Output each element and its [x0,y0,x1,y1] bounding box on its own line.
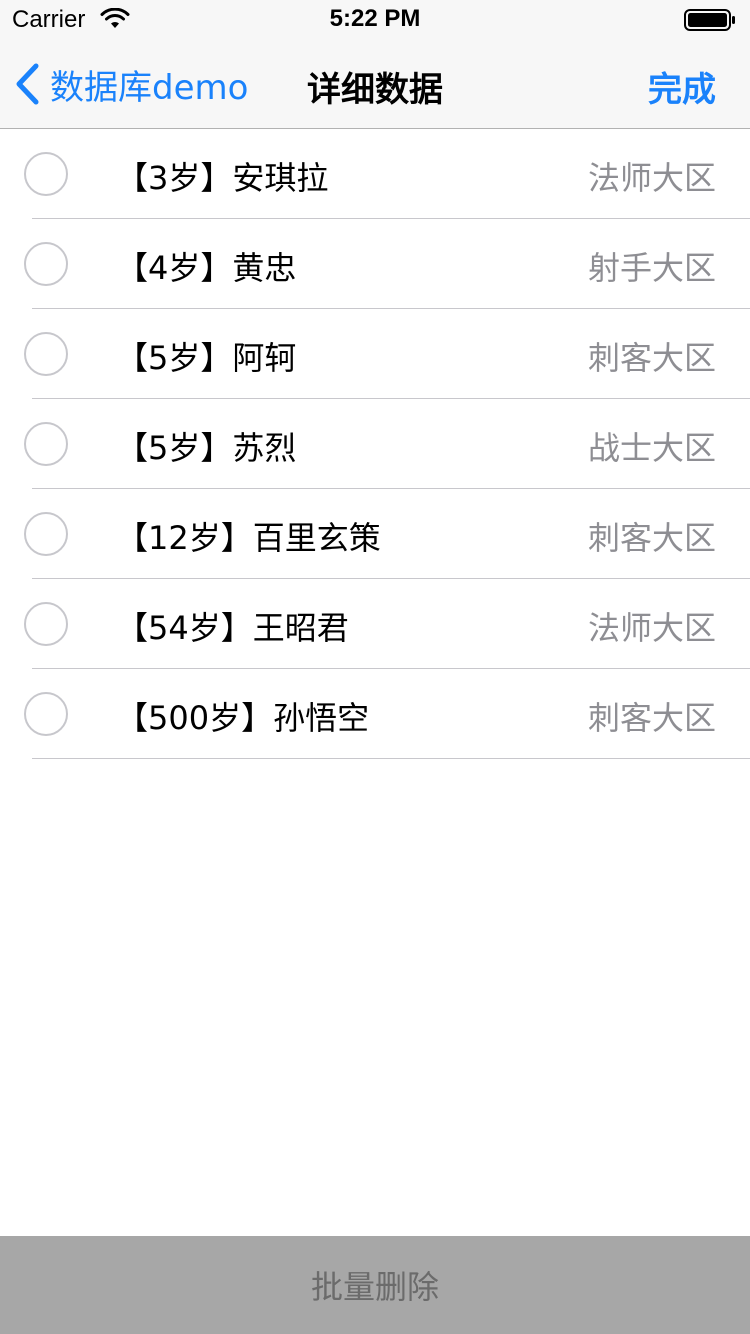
list-item-detail: 刺客大区 [587,699,716,737]
navigation-bar: 数据库demo 详细数据 完成 [0,40,750,129]
list-item-detail: 法师大区 [587,159,716,197]
list-item[interactable]: 【4岁】黄忠 射手大区 [0,219,750,309]
hero-list: 【3岁】安琪拉 法师大区 【4岁】黄忠 射手大区 【5岁】阿轲 刺客大区 【5岁… [0,129,750,759]
list-item-title: 【12岁】百里玄策 [116,519,381,557]
battery-icon [684,9,735,31]
list-item-title: 【500岁】孙悟空 [116,699,370,737]
list-item-title: 【3岁】安琪拉 [116,159,329,197]
list-item-title: 【4岁】黄忠 [116,249,297,287]
list-item-title: 【5岁】阿轲 [116,339,297,377]
batch-delete-button[interactable]: 批量删除 [0,1236,750,1334]
list-item-title: 【5岁】苏烈 [116,429,297,467]
done-button[interactable]: 完成 [648,62,716,111]
list-item-detail: 刺客大区 [587,339,716,377]
list-item[interactable]: 【500岁】孙悟空 刺客大区 [0,669,750,759]
list-item-detail: 法师大区 [587,609,716,647]
select-circle[interactable] [24,422,68,466]
list-item[interactable]: 【5岁】苏烈 战士大区 [0,399,750,489]
select-circle[interactable] [24,332,68,376]
status-bar: Carrier 5:22 PM [0,0,750,40]
select-circle[interactable] [24,242,68,286]
list-item-title: 【54岁】王昭君 [116,609,349,647]
divider [32,758,750,759]
list-item[interactable]: 【3岁】安琪拉 法师大区 [0,129,750,219]
list-item-detail: 刺客大区 [587,519,716,557]
list-item[interactable]: 【54岁】王昭君 法师大区 [0,579,750,669]
list-item-detail: 战士大区 [587,429,716,467]
list-item[interactable]: 【12岁】百里玄策 刺客大区 [0,489,750,579]
status-time: 5:22 PM [329,5,421,32]
screen: Carrier 5:22 PM 数据库demo 详细数据 完成 【3岁】安琪拉 … [0,0,750,1334]
select-circle[interactable] [24,512,68,556]
list-item[interactable]: 【5岁】阿轲 刺客大区 [0,309,750,399]
select-circle[interactable] [24,152,68,196]
page-title: 详细数据 [307,70,443,110]
list-item-detail: 射手大区 [587,249,716,287]
select-circle[interactable] [24,692,68,736]
select-circle[interactable] [24,602,68,646]
batch-delete-label: 批量删除 [310,1268,439,1306]
